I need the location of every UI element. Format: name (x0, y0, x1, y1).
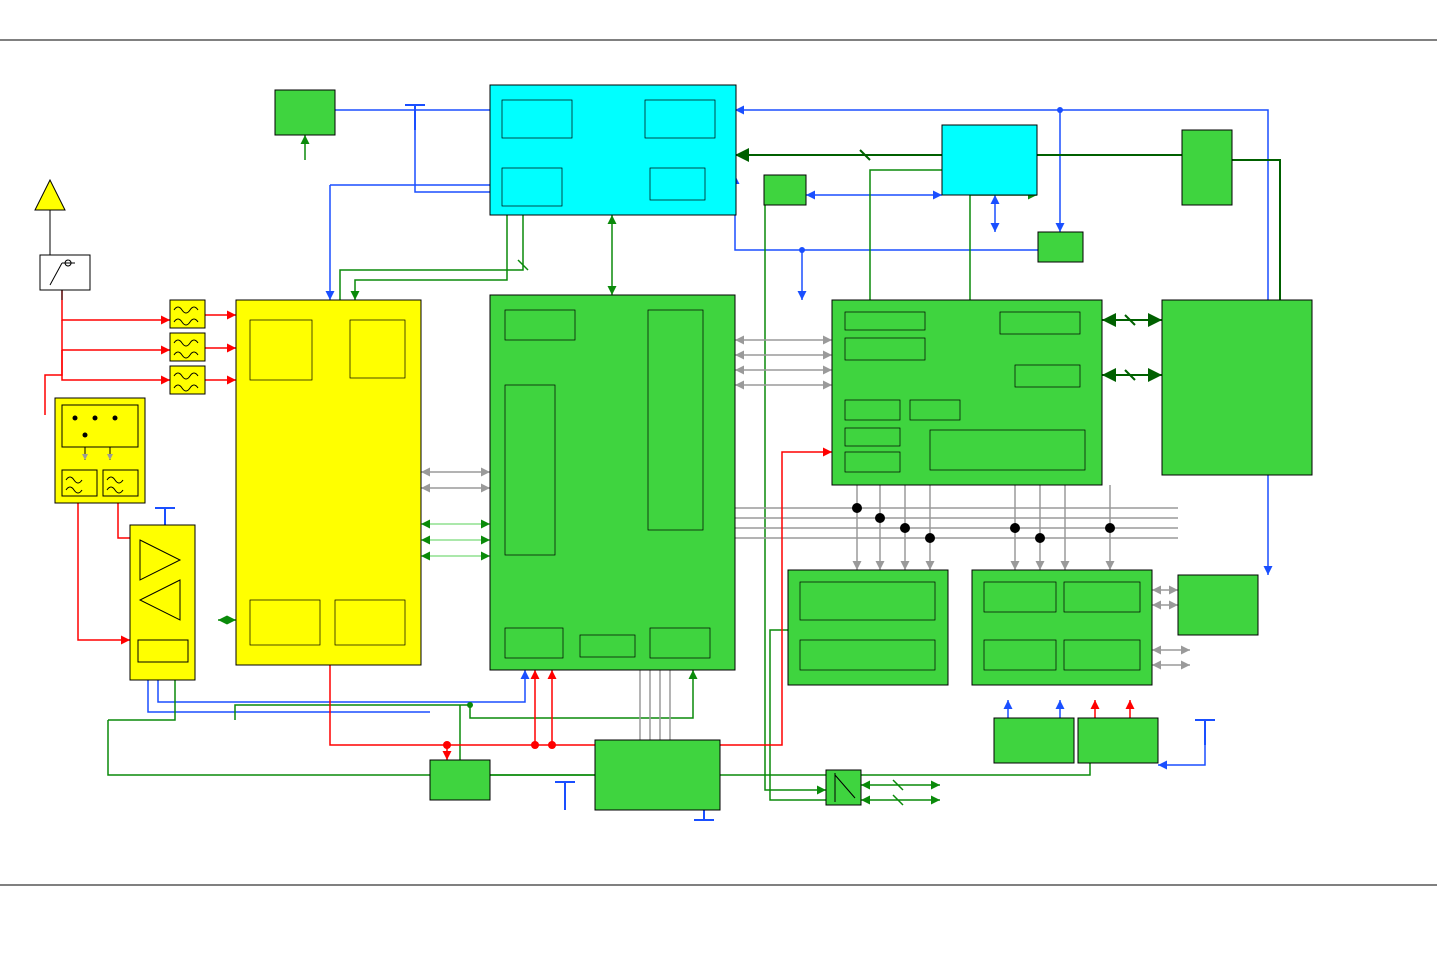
block (942, 125, 1037, 195)
ground-icon (405, 105, 490, 192)
block (994, 718, 1074, 763)
block (1078, 718, 1158, 763)
ground-icon (555, 782, 575, 810)
block (764, 175, 806, 205)
mixer-block (55, 398, 145, 503)
block (275, 90, 335, 135)
block (430, 760, 490, 800)
block (1038, 232, 1083, 262)
antenna-icon (35, 180, 65, 255)
memory-block (788, 570, 948, 685)
bandpass-filter (170, 366, 205, 394)
cyan-processor (490, 85, 736, 215)
amplifier-block (130, 525, 195, 680)
ground-icon (694, 810, 714, 820)
main-processor (490, 295, 735, 670)
transceiver-block (236, 300, 421, 665)
block (1162, 300, 1312, 475)
memory-block (972, 570, 1152, 685)
block (1182, 130, 1232, 205)
controller-block (832, 300, 1102, 485)
rf-switch (40, 255, 90, 300)
interface-block (595, 740, 720, 810)
bandpass-filter (170, 333, 205, 361)
connector-block (826, 770, 861, 805)
ground-icon (1158, 720, 1215, 765)
block (1178, 575, 1258, 635)
diagram-canvas (0, 0, 1437, 975)
bandpass-filter (170, 300, 205, 328)
